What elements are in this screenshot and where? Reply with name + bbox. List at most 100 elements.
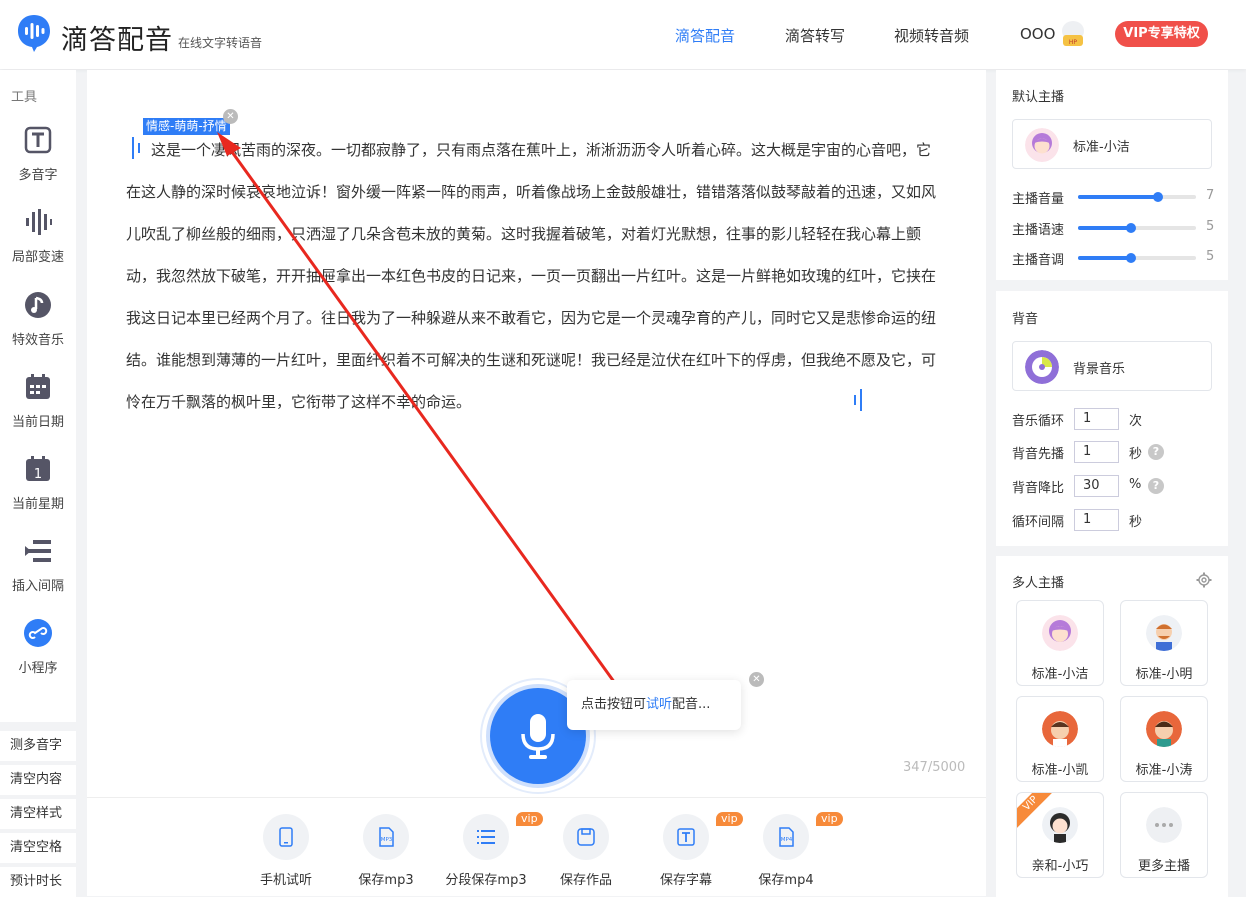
music-disc-icon: [1025, 350, 1059, 384]
char-count: 347/5000: [903, 760, 966, 775]
volume-slider[interactable]: 主播音量 7: [1012, 188, 1217, 207]
host-card-xiaotao[interactable]: 标准-小涛: [1120, 696, 1208, 782]
nav-transcribe[interactable]: 滴答转写: [785, 25, 845, 46]
clear-style-button[interactable]: 清空样式: [0, 799, 76, 829]
tool-current-date[interactable]: 当前日期: [0, 372, 76, 430]
speed-knob[interactable]: [1126, 223, 1137, 233]
music-loop-label: 音乐循环: [1012, 414, 1065, 429]
vip-privilege-button[interactable]: VIP专享特权: [1115, 21, 1208, 47]
top-header: 滴答配音 在线文字转语音 滴答配音 滴答转写 视频转音频 OOO HP VIP专…: [0, 0, 1246, 69]
host-avatar-icon: [1025, 128, 1059, 162]
brand-subtitle: 在线文字转语音: [178, 36, 263, 50]
host-card-xiaoming[interactable]: 标准-小明: [1120, 600, 1208, 686]
user-name[interactable]: OOO: [1020, 25, 1055, 43]
save-subtitle-button[interactable]: vip 保存字幕: [636, 812, 743, 888]
bgm-name: 背景音乐: [1073, 362, 1126, 377]
nav-dubbing[interactable]: 滴答配音: [675, 25, 735, 46]
pitch-value: 5: [1206, 249, 1215, 264]
settings-gear-icon[interactable]: [1196, 572, 1212, 588]
help-icon[interactable]: ?: [1148, 478, 1164, 494]
multi-host-title: 多人主播: [1012, 576, 1065, 591]
svg-text:1: 1: [34, 467, 42, 482]
more-icon: [1146, 807, 1182, 843]
clear-spaces-button[interactable]: 清空空格: [0, 833, 76, 863]
nav-video-to-audio[interactable]: 视频转音频: [894, 25, 969, 46]
article-text[interactable]: 这是一个凄风苦雨的深夜。一切都寂静了，只有雨点落在蕉叶上，淅淅沥沥令人听着心碎。…: [126, 129, 941, 423]
default-host-card[interactable]: 标准-小洁: [1012, 119, 1212, 169]
bgm-card[interactable]: 背景音乐: [1012, 341, 1212, 391]
save-mp3-button[interactable]: MP3 保存mp3: [336, 814, 436, 888]
mp3-icon: MP3: [379, 827, 394, 847]
save-work-label: 保存作品: [559, 873, 612, 888]
tool-speed[interactable]: 局部变速: [0, 207, 76, 265]
insert-interval-icon: [25, 540, 51, 562]
music-loop-unit: 次: [1129, 414, 1143, 429]
default-host-panel: 默认主播 标准-小洁 主播音量 7 主播语速 5 主播音调 5: [996, 70, 1228, 280]
segment-end-marker-icon: [854, 389, 862, 411]
phone-icon: [279, 827, 293, 847]
close-icon[interactable]: ✕: [749, 672, 764, 687]
bgm-ratio-input[interactable]: 30: [1074, 475, 1119, 497]
svg-text:HP: HP: [1069, 39, 1078, 46]
editor-panel: 情感-萌萌-抒情 ✕ 这是一个凄风苦雨的深夜。一切都寂静了，只有雨点落在蕉叶上，…: [87, 70, 986, 896]
host-avatar-icon: [1146, 615, 1182, 651]
host-card-xiaoqiao[interactable]: VIP 亲和-小巧: [1016, 792, 1104, 878]
tool-music-effect-label: 特效音乐: [11, 333, 64, 348]
tool-insert-interval[interactable]: 插入间隔: [0, 536, 76, 594]
clear-content-button[interactable]: 清空内容: [0, 765, 76, 795]
loop-interval-label: 循环间隔: [1012, 515, 1065, 530]
action-toolbar: 手机试听 MP3 保存mp3 vip 分段保存mp3 保存作品 vip 保存字幕…: [87, 797, 986, 896]
volume-knob[interactable]: [1153, 192, 1164, 202]
tools-title: 工具: [11, 90, 38, 105]
host-name: 标准-小洁: [1031, 667, 1089, 682]
speed-slider[interactable]: 主播语速 5: [1012, 219, 1217, 238]
loop-interval-input[interactable]: 1: [1074, 509, 1119, 531]
bgm-panel: 背音 背景音乐 音乐循环 1 次 背音先播 1 秒 ? 背音降比 30 % ? …: [996, 291, 1228, 546]
phone-preview-button[interactable]: 手机试听: [236, 814, 336, 888]
host-avatar-icon: [1042, 615, 1078, 651]
tools-sidebar: 工具 多音字 局部变速 特效音乐 当前日期 1 当前星期 插入间隔 小程序: [0, 70, 76, 722]
bgm-lead-input[interactable]: 1: [1074, 441, 1119, 463]
week-icon: 1: [26, 456, 50, 482]
close-icon[interactable]: ✕: [223, 109, 238, 124]
tool-polyphone-label: 多音字: [18, 168, 58, 183]
music-loop-input[interactable]: 1: [1074, 408, 1119, 430]
host-card-xiaokai[interactable]: 标准-小凯: [1016, 696, 1104, 782]
tool-mini-program-label: 小程序: [18, 661, 58, 676]
mp4-icon: MP4: [779, 827, 794, 847]
polyphone-icon: [24, 126, 52, 154]
host-avatar-icon: [1146, 711, 1182, 747]
default-host-name: 标准-小洁: [1073, 140, 1130, 155]
bgm-ratio-label: 背音降比: [1012, 481, 1065, 496]
tip-suffix: 配音...: [672, 697, 711, 712]
save-segments-mp3-button[interactable]: vip 分段保存mp3: [436, 812, 543, 888]
pitch-slider[interactable]: 主播音调 5: [1012, 249, 1217, 268]
save-mp4-button[interactable]: MP4 vip 保存mp4: [736, 812, 843, 888]
tool-current-week[interactable]: 1 当前星期: [0, 454, 76, 512]
tool-polyphone[interactable]: 多音字: [0, 125, 76, 183]
logo-icon: [18, 15, 50, 52]
help-icon[interactable]: ?: [1148, 444, 1164, 460]
svg-text:MP3: MP3: [381, 837, 393, 843]
save-subtitle-label: 保存字幕: [659, 873, 712, 888]
save-mp4-label: 保存mp4: [758, 873, 814, 888]
estimate-duration-button[interactable]: 预计时长: [0, 867, 76, 897]
bgm-lead-label: 背音先播: [1012, 447, 1065, 462]
vip-badge: vip: [816, 812, 843, 826]
speed-icon: [26, 209, 52, 235]
save-work-button[interactable]: 保存作品: [536, 814, 636, 888]
bgm-lead-unit: 秒: [1129, 447, 1143, 462]
tool-mini-program[interactable]: 小程序: [0, 618, 76, 676]
pitch-knob[interactable]: [1126, 253, 1137, 263]
check-polyphone-button[interactable]: 测多音字: [0, 731, 76, 761]
tool-music-effect[interactable]: 特效音乐: [0, 290, 76, 348]
host-card-xiaojie[interactable]: 标准-小洁: [1016, 600, 1104, 686]
user-avatar-icon[interactable]: HP: [1060, 20, 1086, 48]
save-segments-mp3-label: 分段保存mp3: [445, 873, 527, 888]
volume-value: 7: [1206, 188, 1215, 203]
more-hosts-label: 更多主播: [1137, 859, 1190, 874]
music-effect-icon: [25, 292, 51, 318]
more-hosts-button[interactable]: 更多主播: [1120, 792, 1208, 878]
brand-name[interactable]: 滴答配音: [61, 18, 173, 57]
volume-label: 主播音量: [1012, 192, 1065, 207]
